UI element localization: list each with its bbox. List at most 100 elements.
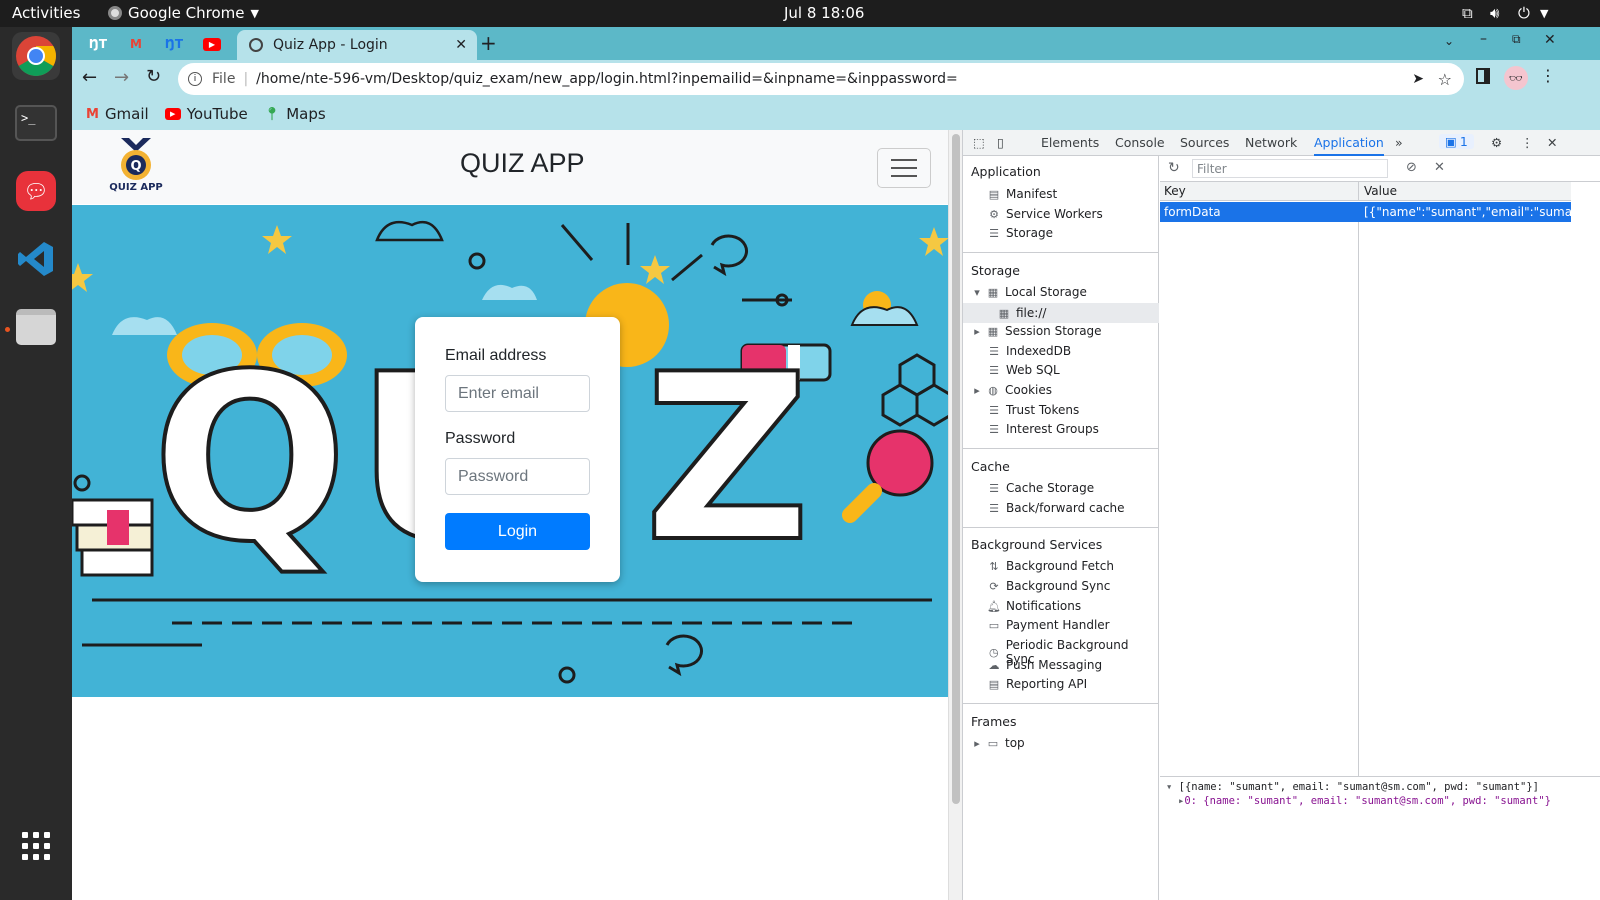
- pinned-tab-youtube[interactable]: ▶: [196, 33, 228, 55]
- table-row[interactable]: formData [{"name":"sumant","email":"suma…: [1160, 202, 1584, 222]
- bookmark-label: YouTube: [186, 105, 248, 123]
- sidebar-item-manifest[interactable]: ▤ Manifest: [987, 187, 1057, 201]
- email-input[interactable]: Enter email: [445, 375, 590, 412]
- show-apps-button[interactable]: [12, 822, 60, 870]
- sidebar-item-background-sync[interactable]: ⟳ Background Sync: [987, 579, 1110, 593]
- tab-elements[interactable]: Elements: [1041, 135, 1099, 150]
- expand-triangle-icon[interactable]: ▾: [1166, 781, 1172, 793]
- folder-icon: [16, 309, 56, 345]
- preview-line-item[interactable]: ▸0: {name: "sumant", email: "sumant@sm.c…: [1166, 795, 1595, 807]
- restore-icon[interactable]: ⧉: [1512, 32, 1521, 47]
- sidebar-item-storage[interactable]: ☰ Storage: [987, 226, 1053, 240]
- omnibox[interactable]: i File | /home/nte-596-vm/Desktop/quiz_e…: [178, 63, 1464, 95]
- sidebar-item-cookies[interactable]: ▸ ◍ Cookies: [973, 383, 1052, 397]
- profile-avatar[interactable]: 👓︎: [1504, 66, 1528, 90]
- tab-application[interactable]: Application: [1314, 135, 1384, 156]
- info-icon[interactable]: i: [188, 72, 202, 86]
- inspect-element-icon[interactable]: ⬚: [973, 135, 985, 150]
- sidebar-item-notifications[interactable]: 🔔︎ Notifications: [987, 599, 1081, 613]
- url-text[interactable]: /home/nte-596-vm/Desktop/quiz_exam/new_a…: [256, 71, 958, 87]
- power-icon[interactable]: ⏻: [1518, 4, 1530, 22]
- issues-badge[interactable]: ▣ 1: [1439, 134, 1474, 149]
- sidebar-item-session-storage[interactable]: ▸ ▦ Session Storage: [973, 324, 1101, 338]
- chrome-launcher[interactable]: [12, 32, 60, 80]
- bookmark-maps[interactable]: 📍︎ Maps: [264, 105, 326, 123]
- login-button[interactable]: Login: [445, 513, 590, 550]
- sidebar-item-label: Background Sync: [1006, 579, 1111, 593]
- brand-logo[interactable]: Q QUIZ APP: [88, 136, 184, 198]
- close-window-icon[interactable]: ✕: [1544, 32, 1556, 48]
- tab-console[interactable]: Console: [1115, 135, 1165, 150]
- kebab-menu-icon[interactable]: ⋮: [1540, 66, 1556, 85]
- device-toolbar-icon[interactable]: ▯: [997, 135, 1004, 150]
- close-devtools-icon[interactable]: ✕: [1547, 135, 1557, 150]
- navbar-toggler-button[interactable]: [877, 148, 931, 188]
- database-icon: ☰: [989, 403, 999, 417]
- more-tabs-icon[interactable]: »: [1395, 135, 1403, 150]
- row-value[interactable]: [{"name":"sumant","email":"suma...: [1364, 205, 1584, 219]
- devtools-menu-icon[interactable]: ⋮: [1521, 135, 1534, 150]
- password-input[interactable]: Password: [445, 458, 590, 495]
- bookmark-youtube[interactable]: ▶ YouTube: [164, 105, 248, 123]
- sidebar-item-push-messaging[interactable]: ☁ Push Messaging: [987, 658, 1103, 672]
- clear-all-icon[interactable]: ⊘: [1406, 160, 1417, 175]
- side-panel-icon[interactable]: [1476, 68, 1490, 84]
- sidebar-item-label: Cache Storage: [1006, 481, 1095, 495]
- sidebar-item-background-fetch[interactable]: ⇅ Background Fetch: [987, 559, 1114, 573]
- system-menu-chevron-icon[interactable]: ▼: [1540, 7, 1548, 20]
- pinned-tab-3[interactable]: ŊT: [158, 33, 190, 55]
- tab-search-chevron-icon[interactable]: ⌄: [1444, 34, 1454, 48]
- delete-selected-icon[interactable]: ✕: [1434, 160, 1445, 175]
- terminal-launcher[interactable]: >_: [12, 99, 60, 147]
- forward-arrow-icon[interactable]: →: [114, 67, 129, 88]
- bookmark-gmail[interactable]: M Gmail: [86, 105, 149, 123]
- credit-card-icon: ▭: [988, 618, 1000, 632]
- sidebar-item-interest-groups[interactable]: ☰ Interest Groups: [987, 422, 1099, 436]
- filter-input[interactable]: Filter: [1192, 159, 1388, 178]
- sidebar-item-frame-top[interactable]: ▸ ▭ top: [973, 736, 1024, 750]
- browser-toolbar: ← → ↻ i File | /home/nte-596-vm/Desktop/…: [72, 60, 1600, 98]
- new-tab-button[interactable]: +: [480, 31, 497, 55]
- page-scrollbar-thumb[interactable]: [952, 134, 960, 804]
- settings-gear-icon[interactable]: ⚙: [1491, 135, 1502, 150]
- pinned-tab-1[interactable]: ŊT: [82, 33, 114, 55]
- reload-icon[interactable]: ↻: [146, 66, 161, 87]
- sidebar-item-service-workers[interactable]: ⚙ Service Workers: [987, 207, 1103, 221]
- tab-sources[interactable]: Sources: [1180, 135, 1229, 150]
- database-icon: ☰: [989, 226, 999, 240]
- sidebar-item-cache-storage[interactable]: ☰ Cache Storage: [987, 481, 1094, 495]
- row-key[interactable]: formData: [1164, 205, 1221, 219]
- bookmark-star-icon[interactable]: ☆: [1438, 70, 1452, 89]
- sidebar-item-indexeddb[interactable]: ☰ IndexedDB: [987, 344, 1071, 358]
- volume-icon[interactable]: 🔊︎: [1490, 4, 1499, 22]
- storage-filter-bar: ↻ Filter ⊘ ✕: [1160, 156, 1600, 182]
- sidebar-item-bfcache[interactable]: ☰ Back/forward cache: [987, 501, 1124, 515]
- minimize-icon[interactable]: –: [1480, 31, 1487, 47]
- app-menu[interactable]: Google Chrome ▼: [108, 4, 259, 22]
- sidebar-item-label: Cookies: [1005, 383, 1052, 397]
- tab-quiz-app-login[interactable]: Quiz App - Login ✕: [237, 30, 477, 60]
- sidebar-item-web-sql[interactable]: ☰ Web SQL: [987, 363, 1060, 377]
- messaging-launcher[interactable]: 💬︎: [12, 167, 60, 215]
- sidebar-item-local-storage-file[interactable]: ▦ file://: [963, 303, 1159, 323]
- refresh-icon[interactable]: ↻: [1168, 160, 1180, 176]
- close-tab-icon[interactable]: ✕: [455, 37, 467, 53]
- tab-network[interactable]: Network: [1245, 135, 1297, 150]
- page-scrollbar[interactable]: [948, 130, 962, 900]
- pinned-tab-gmail[interactable]: M: [120, 33, 152, 55]
- vscode-launcher[interactable]: [12, 235, 60, 283]
- preview-line-root[interactable]: ▾ [{name: "sumant", email: "sumant@sm.co…: [1166, 781, 1595, 793]
- value-column-header[interactable]: Value: [1364, 184, 1397, 198]
- network-icon[interactable]: ⧉: [1462, 4, 1473, 22]
- sidebar-item-trust-tokens[interactable]: ☰ Trust Tokens: [987, 403, 1079, 417]
- back-arrow-icon[interactable]: ←: [82, 67, 97, 88]
- send-icon[interactable]: ➤: [1412, 71, 1424, 87]
- sidebar-item-payment-handler[interactable]: ▭ Payment Handler: [987, 618, 1110, 632]
- clock[interactable]: Jul 8 18:06: [784, 4, 864, 22]
- section-background-services: Background Services: [971, 537, 1103, 552]
- key-column-header[interactable]: Key: [1164, 184, 1186, 198]
- files-launcher[interactable]: [12, 303, 60, 351]
- sidebar-item-reporting-api[interactable]: ▤ Reporting API: [987, 677, 1087, 691]
- sidebar-item-local-storage[interactable]: ▾ ▦ Local Storage: [973, 285, 1087, 299]
- activities-button[interactable]: Activities: [12, 4, 80, 22]
